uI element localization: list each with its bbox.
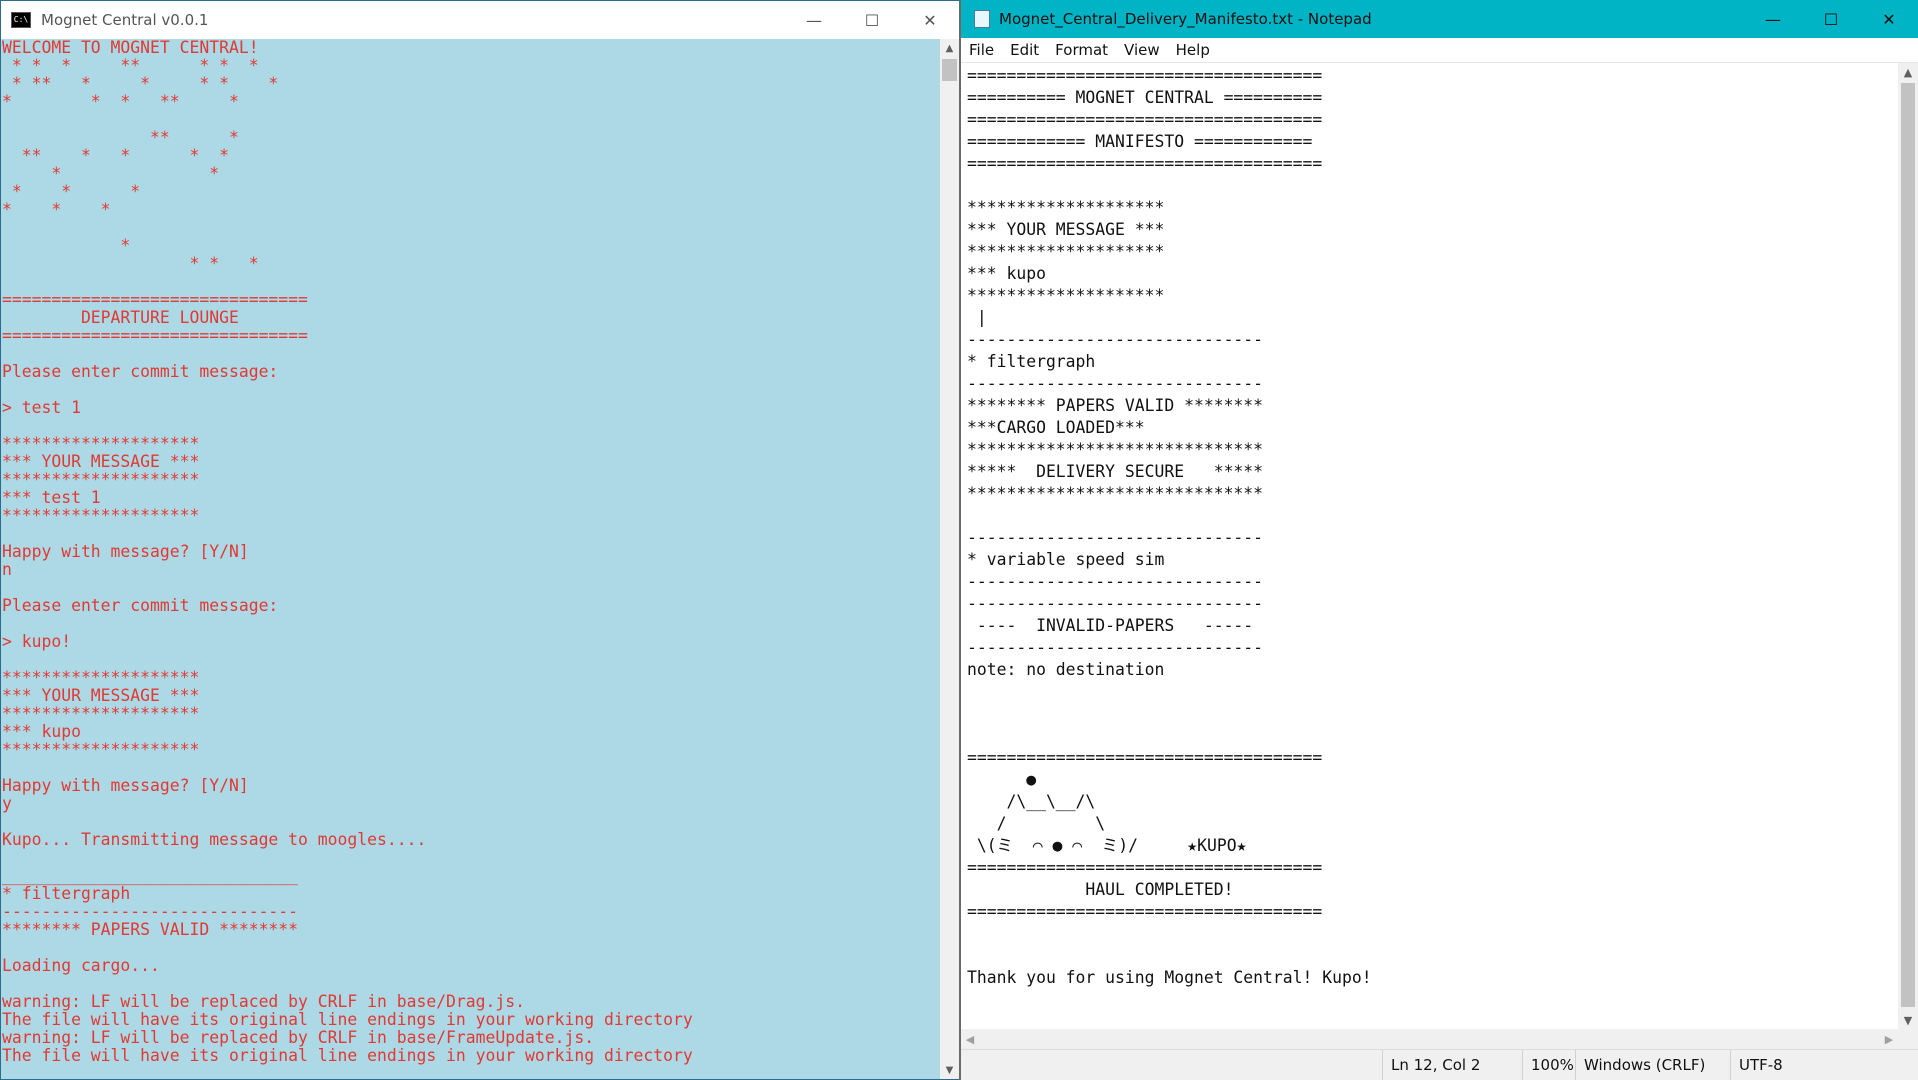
console-window: C:\ Mognet Central v0.0.1 — ☐ ✕ WELCOME … <box>0 0 960 1080</box>
console-close-button[interactable]: ✕ <box>901 1 959 39</box>
console-titlebar[interactable]: C:\ Mognet Central v0.0.1 — ☐ ✕ <box>1 1 959 39</box>
scroll-down-icon[interactable]: ▼ <box>1898 1011 1918 1029</box>
console-text: WELCOME TO MOGNET CENTRAL! * * * ** * * … <box>2 39 693 1065</box>
console-title: Mognet Central v0.0.1 <box>41 11 209 29</box>
menu-help[interactable]: Help <box>1168 41 1218 59</box>
scrollbar-corner <box>1898 1029 1918 1049</box>
menu-format[interactable]: Format <box>1047 41 1116 59</box>
scroll-down-icon[interactable]: ▼ <box>940 1061 959 1079</box>
menu-bar: File Edit Format View Help <box>961 38 1918 63</box>
scroll-up-icon[interactable]: ▲ <box>940 39 959 57</box>
scroll-right-icon[interactable]: ▶ <box>1880 1033 1898 1046</box>
notepad-scroll-thumb[interactable] <box>1901 83 1915 1007</box>
notepad-window: Mognet_Central_Delivery_Manifesto.txt - … <box>961 0 1918 1080</box>
menu-file[interactable]: File <box>961 41 1002 59</box>
notepad-vertical-scrollbar[interactable]: ▲ ▼ <box>1898 63 1918 1029</box>
notepad-titlebar[interactable]: Mognet_Central_Delivery_Manifesto.txt - … <box>961 0 1918 38</box>
editor-text: ==================================== ===… <box>967 66 1372 987</box>
menu-view[interactable]: View <box>1116 41 1168 59</box>
console-vertical-scrollbar[interactable]: ▲ ▼ <box>940 39 959 1079</box>
status-line-endings: Windows (CRLF) <box>1575 1050 1730 1080</box>
status-zoom: 100% <box>1522 1050 1575 1080</box>
notepad-icon <box>974 10 990 28</box>
notepad-minimize-button[interactable]: — <box>1744 0 1802 38</box>
notepad-close-button[interactable]: ✕ <box>1860 0 1918 38</box>
notepad-horizontal-scrollbar[interactable]: ◀ ▶ <box>961 1029 1898 1049</box>
console-scroll-thumb[interactable] <box>942 59 957 81</box>
notepad-title: Mognet_Central_Delivery_Manifesto.txt - … <box>999 10 1372 28</box>
console-icon: C:\ <box>11 12 31 28</box>
status-cursor-position: Ln 12, Col 2 <box>1382 1050 1522 1080</box>
text-editor[interactable]: ==================================== ===… <box>961 63 1898 1029</box>
console-output[interactable]: WELCOME TO MOGNET CENTRAL! * * * ** * * … <box>1 39 941 1079</box>
scroll-up-icon[interactable]: ▲ <box>1898 63 1918 81</box>
console-minimize-button[interactable]: — <box>785 1 843 39</box>
status-bar: Ln 12, Col 2 100% Windows (CRLF) UTF-8 <box>961 1049 1918 1080</box>
menu-edit[interactable]: Edit <box>1002 41 1047 59</box>
status-encoding: UTF-8 <box>1730 1050 1918 1080</box>
notepad-maximize-button[interactable]: ☐ <box>1802 0 1860 38</box>
console-maximize-button[interactable]: ☐ <box>843 1 901 39</box>
scroll-left-icon[interactable]: ◀ <box>961 1033 979 1046</box>
